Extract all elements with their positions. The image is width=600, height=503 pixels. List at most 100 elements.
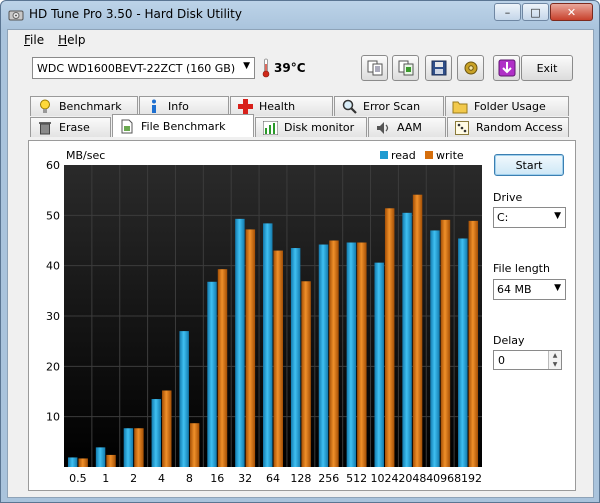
copy-screenshot-button[interactable]	[392, 55, 419, 81]
bar-write-4096	[440, 219, 451, 467]
y-tick-label: 50	[46, 209, 60, 222]
health-cross-icon	[237, 99, 253, 115]
trash-icon	[37, 120, 53, 136]
tab-info[interactable]: Info	[139, 96, 229, 116]
tab-benchmark-label: Benchmark	[59, 100, 122, 113]
chevron-down-icon: ▼	[554, 283, 561, 293]
bar-read-8	[179, 331, 189, 467]
file-length-select[interactable]: 64 MB ▼	[493, 279, 566, 300]
y-tick-label: 30	[46, 310, 60, 323]
x-tick-label: 1024	[370, 472, 398, 485]
menu-bar: File Help	[8, 30, 593, 50]
tab-disk-monitor[interactable]: Disk monitor	[255, 117, 367, 137]
bar-read-64	[263, 223, 273, 467]
spin-up-icon[interactable]: ▲	[548, 351, 561, 360]
tab-aam[interactable]: AAM	[368, 117, 446, 137]
hard-disk-icon	[8, 10, 24, 21]
exit-button[interactable]: Exit	[521, 55, 573, 81]
close-button[interactable]: ✕	[550, 3, 593, 21]
x-tick-label: 2	[130, 472, 137, 485]
tab-error-scan[interactable]: Error Scan	[334, 96, 444, 116]
drive-label: Drive	[493, 191, 523, 204]
tab-folder-usage[interactable]: Folder Usage	[445, 96, 569, 116]
bar-read-16	[207, 281, 217, 467]
spin-down-icon[interactable]: ▼	[548, 360, 561, 369]
tab-info-label: Info	[168, 100, 189, 113]
menu-help[interactable]: Help	[58, 33, 85, 50]
tab-erase[interactable]: Erase	[30, 117, 111, 137]
menu-help-label: elp	[67, 33, 86, 47]
copy-text-icon	[367, 60, 382, 76]
menu-file-label: ile	[30, 33, 45, 47]
lightbulb-icon	[37, 99, 53, 115]
tab-folder-usage-label: Folder Usage	[474, 100, 546, 113]
app-window: HD Tune Pro 3.50 - Hard Disk Utility – □…	[0, 0, 600, 503]
bar-write-2	[134, 428, 144, 467]
tab-file-benchmark[interactable]: File Benchmark	[112, 114, 254, 137]
delay-spinner[interactable]: 0 ▲ ▼	[493, 350, 562, 370]
bar-write-128	[301, 281, 311, 467]
folder-icon	[452, 99, 468, 115]
menu-help-mnemonic: H	[58, 33, 68, 47]
benchmark-chart: 10 20 30 40 50 60 MB/sec read write 0.5 1 2 4 8 16 32 64…	[46, 149, 482, 485]
bar-write-1024	[384, 208, 395, 467]
x-tick-label: 8192	[454, 472, 482, 485]
bar-read-4096	[430, 230, 440, 467]
maximize-button[interactable]: □	[522, 3, 549, 21]
x-tick-label: 64	[266, 472, 280, 485]
legend-read-label: read	[391, 149, 416, 162]
tab-random-access[interactable]: Random Access	[447, 117, 569, 137]
minimize-button[interactable]: –	[494, 3, 521, 21]
copy-text-button[interactable]	[361, 55, 388, 81]
bar-read-256	[318, 244, 329, 467]
save-button[interactable]	[425, 55, 452, 81]
bar-read-512	[346, 242, 357, 467]
x-tick-label: 4096	[426, 472, 454, 485]
bar-write-32	[245, 229, 256, 467]
chevron-down-icon: ▼	[554, 211, 561, 221]
drive-dropdown-value: WDC WD1600BEVT-22ZCT (160 GB)	[37, 61, 236, 75]
tab-disk-monitor-label: Disk monitor	[284, 121, 355, 134]
menu-file[interactable]: File	[24, 33, 44, 50]
file-icon	[119, 118, 135, 134]
tab-aam-label: AAM	[397, 121, 422, 134]
bar-write-8192	[468, 220, 479, 467]
file-length-label: File length	[493, 262, 550, 275]
bar-write-16	[217, 269, 228, 467]
file-benchmark-panel: 10 20 30 40 50 60 MB/sec read write 0.5 1 2 4 8 16 32 64…	[28, 140, 576, 491]
save-icon	[431, 60, 446, 76]
download-button[interactable]	[493, 55, 520, 81]
x-tick-label: 512	[346, 472, 367, 485]
start-button[interactable]: Start	[494, 154, 564, 176]
bar-write-0.5	[78, 458, 88, 467]
legend-read-swatch	[380, 151, 388, 159]
bar-read-8192	[458, 238, 468, 467]
speaker-icon	[375, 120, 391, 136]
bar-write-256	[329, 240, 339, 467]
x-tick-label: 1	[102, 472, 109, 485]
title-bar[interactable]: HD Tune Pro 3.50 - Hard Disk Utility – □…	[1, 1, 599, 29]
y-tick-label: 20	[46, 360, 60, 373]
tab-random-access-label: Random Access	[476, 121, 563, 134]
x-tick-label: 256	[318, 472, 339, 485]
bar-read-2048	[402, 212, 412, 467]
bar-write-64	[273, 250, 283, 467]
toolbar: WDC WD1600BEVT-22ZCT (160 GB) ▼ 39°C Exi…	[8, 52, 593, 90]
bar-read-2	[123, 428, 134, 467]
tab-benchmark[interactable]: Benchmark	[30, 96, 138, 116]
bar-read-1024	[374, 262, 384, 467]
bar-write-512	[357, 242, 367, 467]
magnifier-icon	[341, 99, 357, 115]
tab-health[interactable]: Health	[230, 96, 333, 116]
client-area: File Help WDC WD1600BEVT-22ZCT (160 GB) …	[7, 29, 594, 498]
tab-error-scan-label: Error Scan	[363, 100, 421, 113]
bar-chart-icon	[262, 120, 278, 136]
bar-read-1	[95, 447, 106, 467]
x-tick-label: 32	[238, 472, 252, 485]
drive-select[interactable]: C: ▼	[493, 207, 566, 228]
x-tick-label: 2048	[398, 472, 426, 485]
y-tick-label: 10	[46, 411, 60, 424]
drive-dropdown[interactable]: WDC WD1600BEVT-22ZCT (160 GB) ▼	[32, 57, 255, 79]
options-button[interactable]	[457, 55, 484, 81]
dice-icon	[454, 120, 470, 136]
